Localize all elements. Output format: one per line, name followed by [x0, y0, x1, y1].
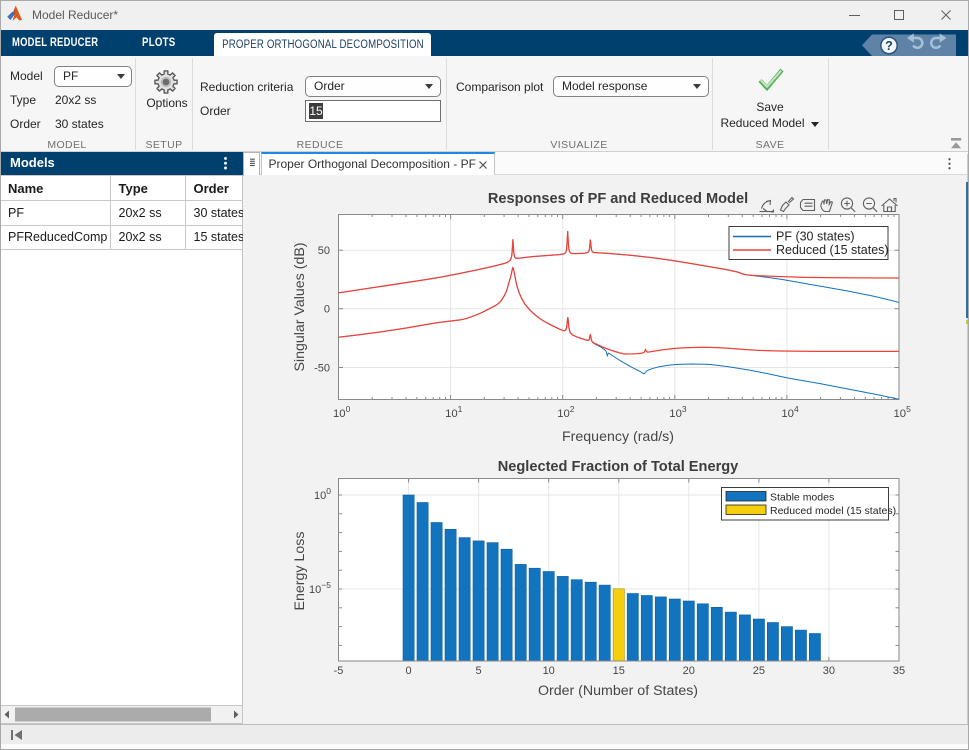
svg-text:105: 105 [894, 404, 912, 420]
svg-text:0: 0 [406, 665, 412, 677]
svg-text:Reduced (15 states): Reduced (15 states) [776, 243, 889, 257]
svg-text:5: 5 [476, 665, 482, 677]
svg-text:Frequency (rad/s): Frequency (rad/s) [562, 429, 674, 445]
svg-text:100: 100 [314, 486, 331, 502]
svg-text:10−5: 10−5 [309, 580, 331, 596]
svg-text:Stable modes: Stable modes [770, 492, 834, 504]
svg-text:Singular Values (dB): Singular Values (dB) [292, 242, 308, 371]
svg-text:102: 102 [557, 404, 575, 420]
svg-text:50: 50 [318, 245, 330, 257]
svg-text:?: ? [885, 39, 893, 53]
svg-text:100: 100 [333, 404, 351, 420]
svg-text:20: 20 [683, 665, 695, 677]
svg-text:-50: -50 [314, 363, 330, 375]
svg-text:35: 35 [893, 665, 905, 677]
svg-text:Responses of PF and Reduced Mo: Responses of PF and Reduced Model [488, 191, 748, 207]
svg-text:103: 103 [669, 404, 687, 420]
svg-text:Order (Number of States): Order (Number of States) [538, 683, 698, 699]
svg-text:Energy Loss: Energy Loss [292, 532, 308, 611]
svg-text:PF (30 states): PF (30 states) [776, 230, 855, 244]
svg-text:-5: -5 [334, 665, 344, 677]
svg-text:30: 30 [823, 665, 835, 677]
svg-text:104: 104 [781, 404, 799, 420]
svg-text:15: 15 [613, 665, 625, 677]
svg-text:Reduced model (15 states): Reduced model (15 states) [770, 505, 896, 517]
svg-text:0: 0 [324, 304, 330, 316]
svg-text:101: 101 [445, 404, 463, 420]
svg-text:Neglected Fraction of Total En: Neglected Fraction of Total Energy [498, 459, 739, 475]
svg-text:25: 25 [753, 665, 765, 677]
svg-text:10: 10 [543, 665, 555, 677]
